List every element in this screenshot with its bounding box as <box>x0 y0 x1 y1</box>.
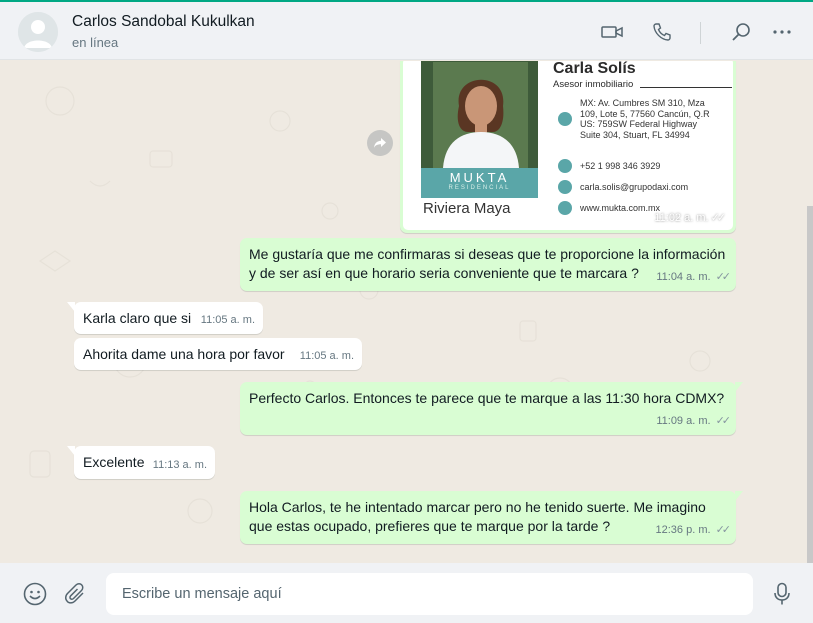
card-place: Riviera Maya <box>423 200 511 217</box>
card-portrait <box>433 62 528 168</box>
globe-icon <box>558 201 572 215</box>
incoming-message[interactable]: Ahorita dame una hora por favor 11:05 a.… <box>74 338 362 370</box>
message-composer <box>0 563 813 623</box>
message-time: 11:05 a. m. <box>200 314 255 326</box>
bubble-tail <box>67 446 75 456</box>
emoji-icon[interactable] <box>22 581 48 607</box>
card-name: Carla Solís <box>553 61 636 77</box>
card-brand-sub: RESIDENCIAL <box>448 185 511 191</box>
scrollbar[interactable] <box>807 206 813 563</box>
message-time: 11:04 a. m. <box>656 271 711 283</box>
bubble-tail <box>735 382 743 392</box>
home-icon <box>558 112 572 126</box>
menu-dots-icon[interactable] <box>770 20 794 44</box>
message-text: Perfecto Carlos. Entonces te parece que … <box>249 390 725 406</box>
message-text: Karla claro que si <box>83 310 192 326</box>
card-divider <box>640 87 732 88</box>
contact-status: en línea <box>72 35 119 50</box>
bubble-tail <box>67 302 75 312</box>
message-time: 12:36 p. m. <box>655 524 711 536</box>
message-time: 11:13 a. m. <box>152 459 207 471</box>
message-meta: 11:05 a. m. <box>300 347 354 366</box>
business-card-image[interactable]: MUKTA RESIDENCIAL Riviera Maya Carla Sol… <box>403 61 733 230</box>
message-text: Me gustaría que me confirmaras si deseas… <box>249 246 726 281</box>
message-text: Ahorita dame una hora por favor <box>83 346 285 362</box>
message-meta: 12:36 p. m. ✓✓ <box>655 521 732 540</box>
message-meta: 11:09 a. m. ✓✓ <box>656 412 732 431</box>
card-email: carla.solis@grupodaxi.com <box>580 182 689 192</box>
card-role: Asesor inmobiliario <box>553 79 634 90</box>
outgoing-message[interactable]: Perfecto Carlos. Entonces te parece que … <box>240 382 743 435</box>
card-address: MX: Av. Cumbres SM 310, Mza 109, Lote 5,… <box>580 98 710 140</box>
bubble-tail <box>735 491 743 501</box>
forward-button[interactable] <box>367 130 393 156</box>
incoming-message[interactable]: Excelente 11:13 a. m. <box>67 446 215 479</box>
chat-header: Carlos Sandobal Kukulkan en línea <box>0 0 813 60</box>
message-meta: 11:04 a. m. ✓✓ <box>656 268 732 287</box>
card-web: www.mukta.com.mx <box>580 203 661 213</box>
phone-icon[interactable] <box>650 20 674 44</box>
message-input[interactable] <box>106 573 753 615</box>
email-icon <box>558 180 572 194</box>
message-text: Hola Carlos, te he intentado marcar pero… <box>249 499 706 534</box>
contact-name[interactable]: Carlos Sandobal Kukulkan <box>72 13 255 31</box>
image-message[interactable]: MUKTA RESIDENCIAL Riviera Maya Carla Sol… <box>400 61 736 233</box>
contact-avatar[interactable] <box>18 12 58 52</box>
forward-arrow-icon <box>374 138 386 148</box>
read-ticks-icon: ✓✓ <box>715 271 732 283</box>
read-ticks-icon: ✓✓ <box>715 415 732 427</box>
incoming-message[interactable]: Karla claro que si 11:05 a. m. <box>67 302 263 334</box>
message-time: 11:09 a. m. <box>656 415 711 427</box>
default-avatar-icon <box>18 12 58 52</box>
header-divider <box>700 22 701 44</box>
microphone-icon[interactable] <box>769 581 795 607</box>
card-phone: +52 1 998 346 3929 <box>580 161 661 171</box>
paperclip-icon[interactable] <box>63 581 89 607</box>
message-meta: 11:13 a. m. <box>153 456 207 475</box>
outgoing-message[interactable]: Me gustaría que me confirmaras si deseas… <box>240 238 736 291</box>
card-brand: MUKTA <box>449 170 510 185</box>
outgoing-message[interactable]: Hola Carlos, te he intentado marcar pero… <box>240 491 743 544</box>
message-time: 11:05 a. m. <box>299 350 354 362</box>
message-list[interactable]: MUKTA RESIDENCIAL Riviera Maya Carla Sol… <box>0 61 813 563</box>
phone-icon <box>558 159 572 173</box>
search-icon[interactable] <box>729 20 753 44</box>
video-camera-icon[interactable] <box>600 20 624 44</box>
message-text: Excelente <box>83 454 145 470</box>
message-time: 11:02 a. m. ✓✓ <box>654 212 727 224</box>
read-ticks-icon: ✓✓ <box>710 212 727 224</box>
message-meta: 11:05 a. m. <box>201 311 255 330</box>
read-ticks-icon: ✓✓ <box>715 524 732 536</box>
